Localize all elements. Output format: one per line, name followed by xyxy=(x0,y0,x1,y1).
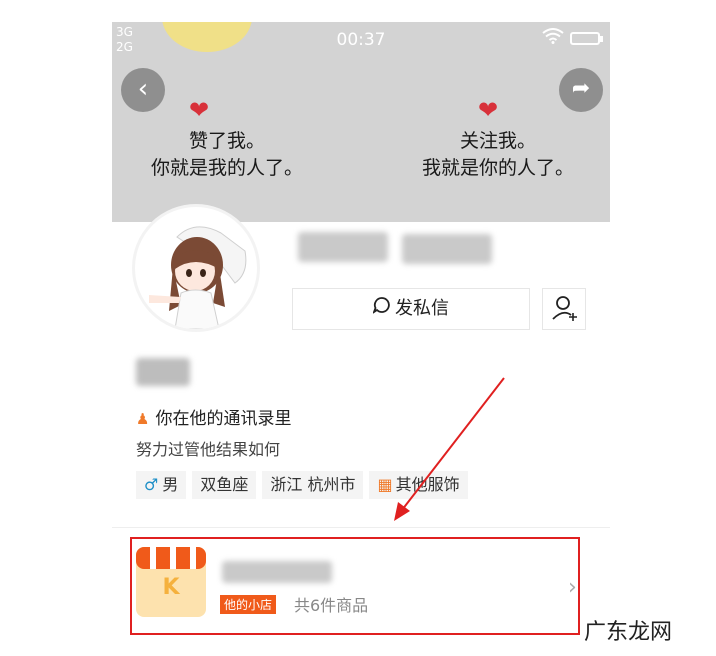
highlight-box xyxy=(130,537,580,635)
watermark: 广东龙网 xyxy=(582,614,675,646)
